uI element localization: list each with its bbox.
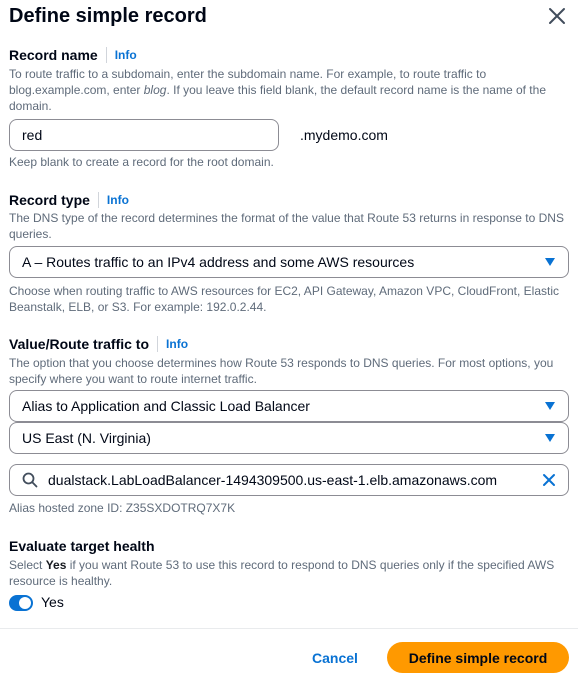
clear-icon[interactable] [542, 473, 556, 487]
toggle-knob [19, 597, 31, 609]
endpoint-select[interactable]: Alias to Application and Classic Load Ba… [9, 390, 569, 422]
cancel-button[interactable]: Cancel [300, 643, 370, 673]
divider [105, 47, 107, 63]
evaluate-health-label: Evaluate target health [9, 538, 155, 554]
toggle-label: Yes [41, 594, 64, 610]
evaluate-health-description: Select Yes if you want Route 53 to use t… [9, 557, 569, 589]
desc-text: if you want Route 53 to use this record … [9, 558, 555, 588]
record-type-selected: A – Routes traffic to an IPv4 address an… [22, 254, 415, 270]
define-simple-record-dialog: Define simple record Record name Info To… [0, 0, 578, 683]
record-name-label: Record name [9, 47, 98, 63]
record-name-hint: Keep blank to create a record for the ro… [9, 155, 274, 169]
record-name-description: To route traffic to a subdomain, enter t… [9, 66, 569, 114]
desc-bold: Yes [45, 558, 67, 572]
record-name-label-row: Record name Info [9, 47, 137, 63]
record-name-input[interactable]: red [9, 119, 279, 151]
route-traffic-info-link[interactable]: Info [166, 337, 188, 351]
region-selected: US East (N. Virginia) [22, 430, 151, 446]
endpoint-selected: Alias to Application and Classic Load Ba… [22, 398, 310, 414]
evaluate-health-label-row: Evaluate target health [9, 538, 155, 554]
route-traffic-description: The option that you choose determines ho… [9, 356, 554, 386]
divider [157, 336, 159, 352]
define-simple-record-button[interactable]: Define simple record [387, 642, 569, 673]
record-type-hint: Choose when routing traffic to AWS resou… [9, 284, 560, 314]
evaluate-health-toggle[interactable] [9, 595, 33, 611]
region-select[interactable]: US East (N. Virginia) [9, 422, 569, 454]
record-type-description: The DNS type of the record determines th… [9, 211, 564, 241]
caret-down-icon [545, 258, 555, 266]
route-traffic-label-row: Value/Route traffic to Info [9, 336, 188, 352]
alias-zone-hint: Alias hosted zone ID: Z35SXDOTRQ7X7K [9, 501, 236, 515]
caret-down-icon [545, 434, 555, 442]
dialog-title: Define simple record [9, 5, 207, 27]
record-name-value: red [22, 127, 43, 143]
desc-text: Select [9, 558, 46, 572]
record-type-label-row: Record type Info [9, 192, 129, 208]
record-type-select[interactable]: A – Routes traffic to an IPv4 address an… [9, 246, 569, 278]
search-icon [22, 472, 38, 488]
divider [97, 192, 99, 208]
desc-example: blog [143, 83, 167, 97]
record-type-label: Record type [9, 192, 90, 208]
load-balancer-value: dualstack.LabLoadBalancer-1494309500.us-… [48, 472, 498, 488]
footer-divider [0, 628, 578, 629]
caret-down-icon [545, 402, 555, 410]
record-type-info-link[interactable]: Info [107, 193, 129, 207]
load-balancer-search-input[interactable]: dualstack.LabLoadBalancer-1494309500.us-… [9, 464, 569, 496]
route-traffic-label: Value/Route traffic to [9, 336, 150, 352]
close-icon[interactable] [545, 4, 569, 28]
record-name-info-link[interactable]: Info [115, 48, 137, 62]
domain-suffix: .mydemo.com [300, 127, 388, 143]
